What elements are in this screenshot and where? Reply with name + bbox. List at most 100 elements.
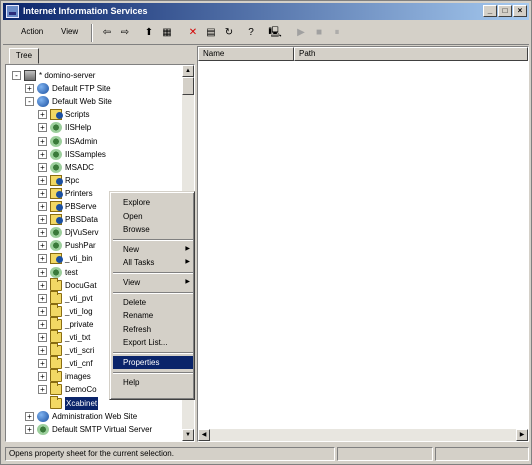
tree-item[interactable]: + Rpc	[6, 174, 182, 187]
tab-tree[interactable]: Tree	[9, 48, 39, 64]
tree-item[interactable]: + MSADC	[6, 161, 182, 174]
scroll-thumb[interactable]	[182, 77, 194, 95]
tree-item-label: * domino-server	[39, 71, 96, 80]
folder-icon	[50, 343, 62, 357]
tree-item[interactable]: + IISHelp	[6, 121, 182, 134]
expand-toggle[interactable]: +	[38, 267, 47, 277]
close-button[interactable]: ×	[513, 5, 527, 17]
list-horizontal-scrollbar[interactable]: ◀ ▶	[198, 429, 528, 441]
help-icon[interactable]: ?	[243, 25, 259, 41]
folder-icon	[50, 382, 62, 396]
context-menu-item-all-tasks[interactable]: All Tasks ▶	[113, 256, 193, 269]
tree-item[interactable]: + Default FTP Site	[6, 82, 182, 95]
expand-toggle[interactable]: +	[25, 424, 34, 434]
menu-action[interactable]: Action	[21, 27, 43, 36]
context-menu-item-view[interactable]: View ▶	[113, 276, 193, 289]
column-header-name[interactable]: Name	[198, 47, 294, 61]
stop-icon[interactable]: ■	[311, 25, 327, 41]
application-icon	[50, 266, 62, 278]
expand-toggle[interactable]: +	[38, 306, 47, 316]
tree-item[interactable]: - * domino-server	[6, 69, 182, 82]
context-menu-label: Rename	[123, 311, 154, 321]
context-menu-item-rename[interactable]: Rename	[113, 309, 193, 322]
context-menu-item-refresh[interactable]: Refresh	[113, 323, 193, 336]
pause-icon[interactable]: ⏸	[329, 25, 345, 41]
expand-toggle[interactable]: +	[38, 149, 47, 159]
tree-item-label: _vti_pvt	[65, 293, 93, 303]
tree-item[interactable]: + IISAdmin	[6, 135, 182, 148]
expand-toggle[interactable]: +	[38, 175, 47, 185]
web-site-icon	[37, 83, 49, 95]
expand-toggle[interactable]: +	[38, 228, 47, 238]
tree-item-label: _vti_txt	[65, 333, 91, 342]
column-header-path[interactable]: Path	[294, 47, 528, 61]
menu-separator	[113, 371, 193, 374]
context-menu-item-open[interactable]: Open	[113, 210, 193, 223]
context-menu-item-new[interactable]: New ▶	[113, 243, 193, 256]
scroll-down-button[interactable]: ▼	[182, 429, 194, 441]
tree-item[interactable]: + Scripts	[6, 108, 182, 121]
context-menu-item-browse[interactable]: Browse	[113, 223, 193, 236]
context-menu-item-explore[interactable]: Explore	[113, 196, 193, 209]
expand-toggle[interactable]: +	[25, 411, 34, 421]
tree-item[interactable]: + IISSamples	[6, 148, 182, 161]
expand-toggle[interactable]: +	[38, 162, 47, 172]
refresh-icon[interactable]: ↻	[221, 25, 237, 41]
computer-icon[interactable]: 🖳	[267, 25, 283, 41]
tree-item-label: test	[65, 267, 78, 277]
context-menu-item-help[interactable]: Help	[113, 376, 193, 389]
tree-item[interactable]: + Default SMTP Virtual Server	[6, 423, 182, 436]
tree-item-label: _vti_cnf	[65, 359, 93, 369]
scroll-right-button[interactable]: ▶	[516, 429, 528, 441]
expand-toggle[interactable]: +	[38, 293, 47, 303]
expand-toggle[interactable]: +	[38, 254, 47, 264]
expand-toggle[interactable]: +	[38, 136, 47, 146]
properties-icon[interactable]: ▤	[203, 25, 219, 41]
menu-view[interactable]: View	[61, 27, 78, 36]
scroll-left-button[interactable]: ◀	[198, 429, 210, 441]
expand-toggle[interactable]: +	[38, 372, 47, 382]
expand-toggle[interactable]: +	[38, 188, 47, 198]
collapse-toggle[interactable]: -	[12, 71, 21, 80]
expand-toggle[interactable]: +	[38, 110, 47, 120]
expand-toggle[interactable]: +	[38, 202, 47, 211]
context-menu-label: Explore	[123, 198, 151, 207]
scroll-up-button[interactable]: ▲	[182, 65, 194, 77]
back-arrow-icon[interactable]: ⇦	[99, 25, 115, 41]
expand-toggle[interactable]: +	[38, 215, 47, 225]
expand-toggle[interactable]: +	[38, 385, 47, 395]
up-folder-icon[interactable]: ⬆	[141, 25, 157, 41]
tree-item[interactable]: - Default Web Site	[6, 95, 182, 108]
context-menu-item-properties[interactable]: Properties	[113, 356, 193, 369]
tree-item-label: _vti_bin	[65, 254, 93, 264]
folder-icon	[50, 303, 62, 317]
expand-toggle[interactable]: +	[38, 359, 47, 369]
application-icon	[50, 122, 62, 134]
show-tree-icon[interactable]: ▦	[159, 25, 175, 41]
tree-item[interactable]: + Administration Web Site	[6, 410, 182, 423]
details-list-pane[interactable]: Name Path ◀ ▶	[197, 46, 529, 442]
context-menu-item-delete[interactable]: Delete	[113, 296, 193, 309]
tree-item-label: images	[65, 372, 91, 382]
window-title: Internet Information Services	[23, 6, 148, 16]
virtual-directory-icon	[50, 253, 63, 265]
expand-toggle[interactable]: +	[38, 346, 47, 356]
menu-separator	[113, 352, 193, 354]
play-icon[interactable]: ▶	[293, 25, 309, 41]
maximize-button[interactable]: □	[498, 5, 512, 17]
collapse-toggle[interactable]: -	[25, 97, 34, 107]
context-menu-item-export-list[interactable]: Export List...	[113, 336, 193, 349]
delete-icon[interactable]: ✕	[185, 25, 201, 41]
expand-toggle[interactable]: +	[38, 123, 47, 133]
expand-toggle[interactable]: +	[38, 241, 47, 251]
title-bar[interactable]: Internet Information Services _ □ ×	[3, 3, 529, 20]
minimize-button[interactable]: _	[483, 5, 497, 17]
expand-toggle[interactable]: +	[25, 84, 34, 94]
expand-toggle[interactable]: +	[38, 333, 47, 342]
context-menu: Explore Open Browse New ▶ All Tasks ▶ View ▶ Dele…	[109, 191, 195, 400]
expand-toggle[interactable]: +	[38, 280, 47, 290]
forward-arrow-icon[interactable]: ⇨	[117, 25, 133, 41]
tree-item-label: Default FTP Site	[52, 84, 111, 94]
expand-toggle[interactable]: +	[38, 319, 47, 329]
application-icon	[50, 148, 62, 160]
